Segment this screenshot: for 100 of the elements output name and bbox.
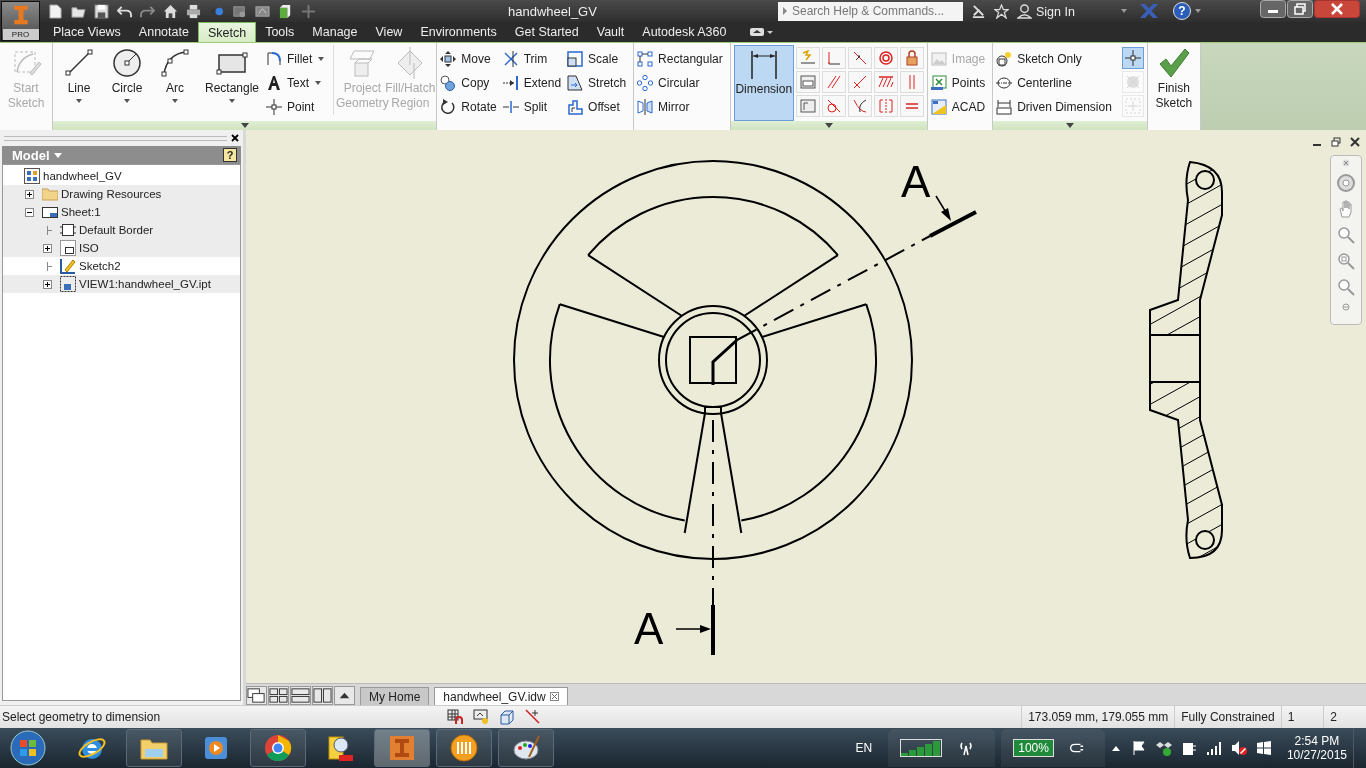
constraint-display-icon[interactable]	[473, 709, 490, 725]
box-sync-icon[interactable]	[1155, 740, 1172, 756]
minimize-button[interactable]	[1260, 0, 1286, 18]
cascade-windows-icon[interactable]	[246, 686, 267, 705]
ribbon-tool-button[interactable]: Split	[502, 95, 566, 119]
ribbon-tool-button[interactable]: Trim	[502, 47, 566, 71]
taskbar-app-button[interactable]	[498, 729, 554, 767]
zoom-icon[interactable]	[1336, 277, 1356, 297]
ribbon-tab[interactable]: Sketch	[197, 22, 257, 42]
ribbon-tab[interactable]: Manage	[303, 22, 367, 42]
ribbon-tool-button[interactable]: Stretch	[567, 71, 631, 95]
ribbon-tool-button[interactable]: Circle	[104, 45, 150, 121]
restore-icon[interactable]	[1331, 137, 1341, 147]
printer-icon[interactable]	[186, 3, 201, 19]
ribbon-tool-button[interactable]: Arc	[152, 45, 198, 121]
caret-icon[interactable]	[1195, 9, 1201, 13]
close-button[interactable]	[1314, 0, 1360, 18]
windows-flag-icon[interactable]	[1255, 740, 1272, 756]
panel-toggle-icon[interactable]	[749, 27, 774, 37]
constraint-button[interactable]	[899, 95, 924, 117]
taskbar-app-button[interactable]	[126, 729, 182, 767]
ribbon-tab[interactable]: Get Started	[505, 22, 588, 42]
clock-date[interactable]: 10/27/2015	[1286, 748, 1347, 762]
ribbon-tool-button[interactable]: Point	[266, 95, 329, 119]
ribbon-tool-button[interactable]: Dimension	[733, 45, 794, 121]
save-icon[interactable]	[94, 3, 109, 19]
tree-row[interactable]: Default Border	[3, 221, 240, 239]
ribbon-tool-button[interactable]: Sketch Only	[996, 47, 1116, 71]
close-icon[interactable]	[1350, 137, 1360, 147]
satellite-dish-icon[interactable]	[971, 3, 986, 19]
constraint-button[interactable]	[795, 47, 820, 69]
ribbon-tool-button[interactable]: Rotate	[440, 95, 501, 119]
restore-button[interactable]	[1287, 0, 1313, 18]
signal-bars-icon[interactable]	[1205, 740, 1222, 756]
ribbon-tool-button[interactable]: Mirror	[637, 95, 727, 119]
expand-icon[interactable]	[25, 189, 34, 199]
box-outline-icon[interactable]	[499, 709, 516, 725]
ribbon-tool-button[interactable]: Copy	[440, 71, 501, 95]
muted-speaker-icon[interactable]	[1230, 740, 1247, 756]
panel-expand-icon[interactable]	[824, 123, 833, 128]
tree-row[interactable]: Sketch2	[3, 257, 240, 275]
constraint-button[interactable]	[795, 71, 820, 93]
constraint-button[interactable]	[821, 47, 846, 69]
horizontal-split-icon[interactable]	[290, 686, 311, 705]
language-indicator[interactable]: EN	[855, 741, 873, 755]
constraint-button[interactable]	[873, 47, 898, 69]
constraint-button[interactable]	[847, 71, 872, 93]
settings-icon[interactable]	[1342, 303, 1350, 311]
ribbon-tab[interactable]: Vault	[587, 22, 634, 42]
constraint-button[interactable]	[873, 71, 898, 93]
constraint-button[interactable]	[847, 47, 872, 69]
toggle-button[interactable]	[1121, 47, 1144, 69]
ribbon-tab[interactable]: Environments	[411, 22, 506, 42]
plus-icon[interactable]	[301, 3, 316, 19]
tree-row[interactable]: handwheel_GV	[3, 167, 240, 185]
zoom-icon[interactable]	[1336, 251, 1356, 271]
ribbon-tab[interactable]: Place Views	[44, 22, 130, 42]
ribbon-tool-button[interactable]: Fillet	[266, 47, 329, 71]
document-tab[interactable]: My Home	[360, 687, 430, 705]
ribbon-tool-button[interactable]: Extend	[502, 71, 566, 95]
clipboard-plug-icon[interactable]	[1180, 740, 1197, 756]
constraint-button[interactable]	[847, 95, 872, 117]
panel-expand-icon[interactable]	[1066, 123, 1074, 128]
ribbon-tool-button[interactable]: Move	[440, 47, 501, 71]
help-button[interactable]: ?	[223, 148, 237, 162]
tree-row[interactable]: VIEW1:handwheel_GV.ipt	[3, 275, 240, 293]
new-file-icon[interactable]	[48, 3, 63, 19]
ribbon-tab[interactable]: View	[366, 22, 412, 42]
ribbon-tool-button[interactable]: Text	[266, 71, 329, 95]
tree-row[interactable]: Sheet:1	[3, 203, 240, 221]
expand-icon[interactable]	[43, 243, 52, 253]
caret-icon[interactable]	[53, 152, 62, 158]
star-icon[interactable]	[994, 3, 1009, 19]
zoom-icon[interactable]	[1336, 225, 1356, 245]
panel-expand-icon[interactable]	[240, 123, 249, 128]
antenna-icon[interactable]	[958, 740, 975, 756]
grid-magnet-icon[interactable]	[447, 709, 464, 725]
ribbon-tab[interactable]: Tools	[256, 22, 304, 42]
ribbon-tab[interactable]: Autodesk A360	[633, 22, 736, 42]
tree-row[interactable]: Drawing Resources	[3, 185, 240, 203]
ribbon-tool-button[interactable]: Centerline	[996, 71, 1116, 95]
steering-wheel-icon[interactable]	[1336, 173, 1356, 193]
tree-row[interactable]: ISO	[3, 239, 240, 257]
application-menu-button[interactable]: PRO	[1, 1, 40, 41]
ribbon-tool-button[interactable]: Offset	[567, 95, 631, 119]
document-tab[interactable]: handwheel_GV.idw	[434, 687, 568, 705]
show-hidden-icons-icon[interactable]	[1110, 744, 1121, 752]
ribbon-tool-button[interactable]: Driven Dimension	[996, 95, 1116, 119]
ribbon-tool-button[interactable]: Line	[56, 45, 102, 121]
vertical-split-icon[interactable]	[312, 686, 333, 705]
taskbar-app-button[interactable]	[436, 729, 492, 767]
ribbon-tab[interactable]: Annotate	[129, 22, 198, 42]
start-button[interactable]	[10, 730, 46, 766]
ribbon-tool-button[interactable]: Scale	[567, 47, 631, 71]
battery-indicator[interactable]: 100%	[1013, 739, 1054, 757]
tile-windows-icon[interactable]	[268, 686, 289, 705]
constraint-button[interactable]	[821, 71, 846, 93]
sign-in-button[interactable]: Sign In	[1017, 3, 1117, 19]
caret-icon[interactable]	[1121, 9, 1127, 13]
constraint-button[interactable]	[899, 47, 924, 69]
